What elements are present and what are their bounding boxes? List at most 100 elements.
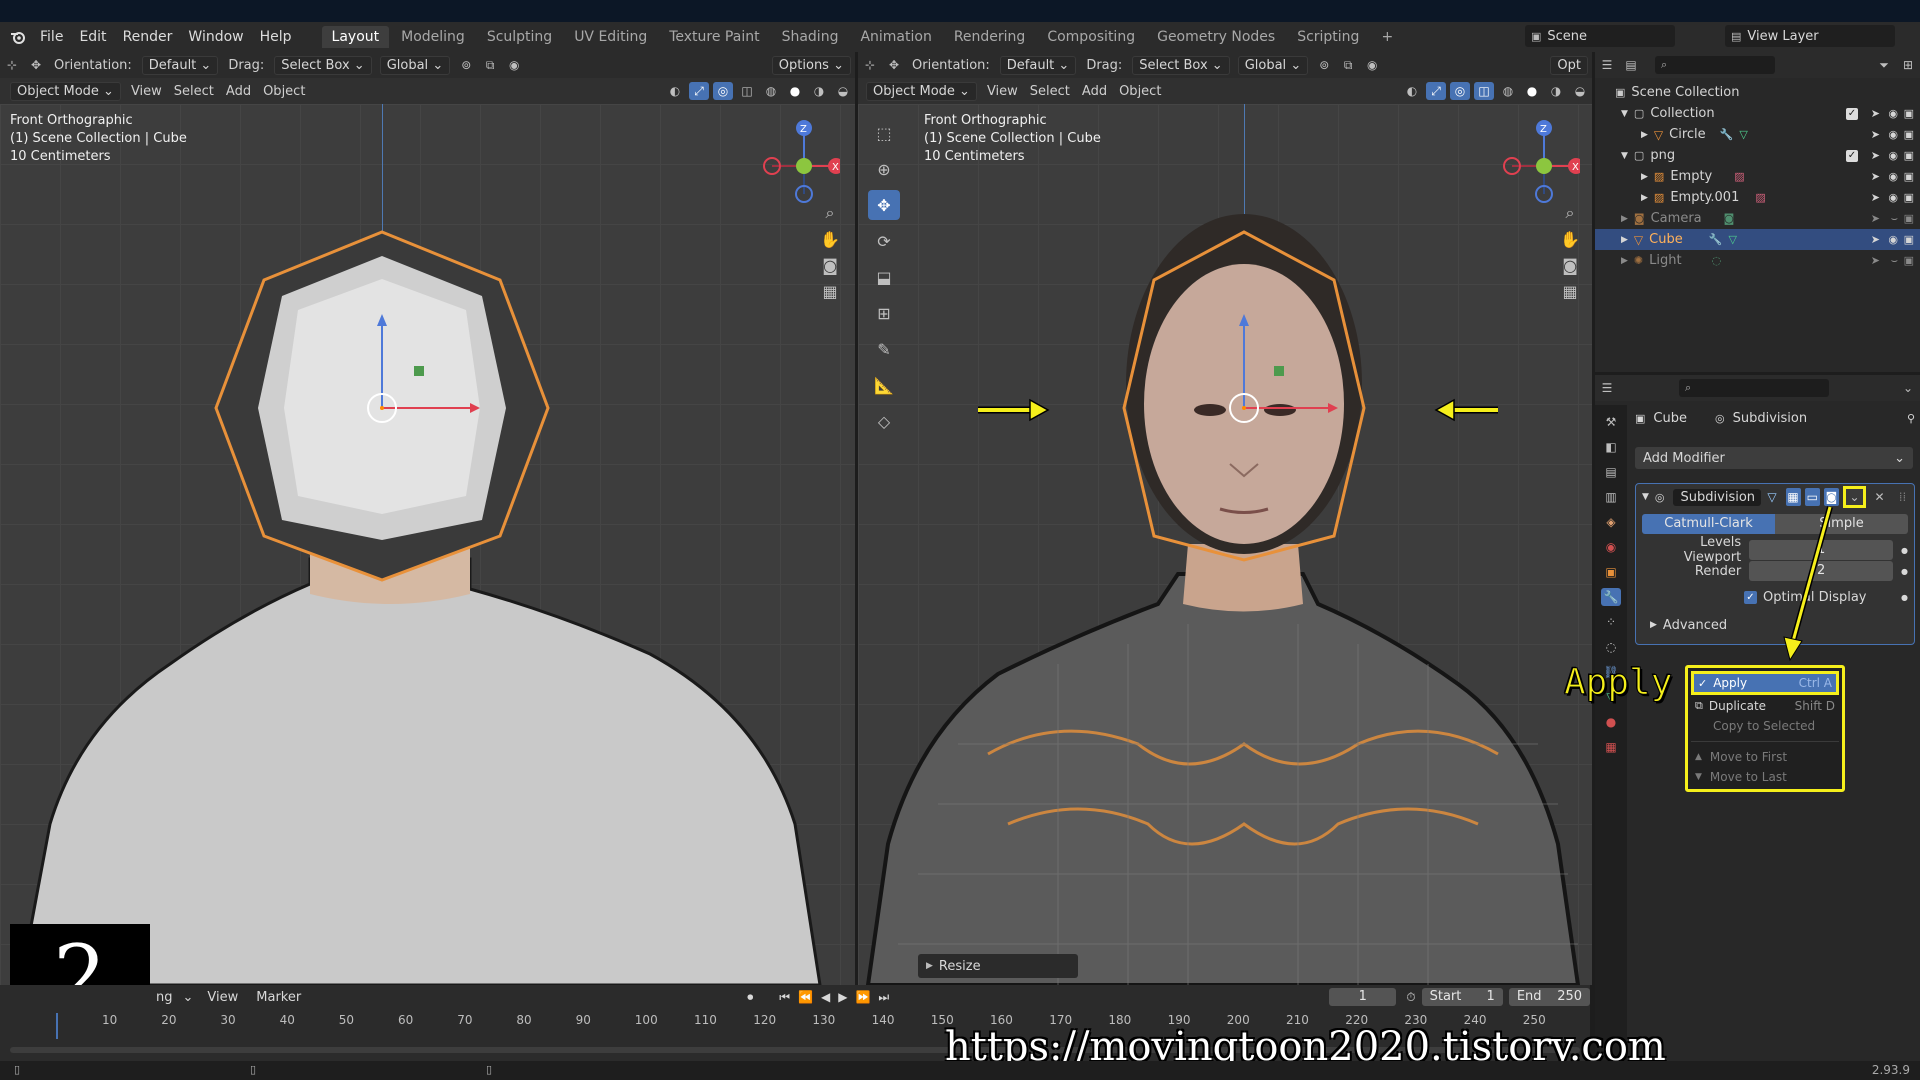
workspace-tab-scripting[interactable]: Scripting [1287, 26, 1369, 48]
outliner-editor-icon[interactable]: ☰ [1597, 56, 1617, 74]
overlay-toggle-icon[interactable]: ◎ [713, 82, 733, 100]
end-frame-field[interactable]: End 250 [1508, 988, 1591, 1006]
camera-render-icon[interactable]: ▣ [1904, 128, 1914, 141]
pan-hand-icon[interactable]: ✋ [820, 230, 840, 249]
transform-orientation-dropdown-right[interactable]: Global ⌄ [1237, 55, 1309, 75]
scene-selector[interactable]: ▣ Scene [1525, 25, 1675, 47]
gizmo-toggle-icon[interactable]: ⤢ [689, 82, 709, 100]
editor-type-icon-right[interactable]: ⊹ [860, 56, 880, 74]
menu-render[interactable]: Render [115, 29, 181, 45]
shading-rendered-icon-right[interactable]: ◒ [1570, 82, 1590, 100]
current-frame-field[interactable]: 1 [1329, 988, 1397, 1006]
workspace-tab-uv-editing[interactable]: UV Editing [564, 26, 657, 48]
gizmo-toggle-icon-right[interactable]: ⤢ [1426, 82, 1446, 100]
properties-editor-icon[interactable]: ☰ [1597, 379, 1617, 397]
viewport-menu-view-right[interactable]: View [987, 84, 1018, 99]
tool-tab-icon[interactable]: ⚒ [1601, 413, 1621, 431]
orientation-dropdown[interactable]: Default ⌄ [141, 55, 219, 75]
eye-closed-icon[interactable]: ⌣ [1891, 254, 1898, 268]
collapse-icon[interactable]: ▼ [1642, 492, 1649, 502]
outliner-row-camera[interactable]: ▶ ◙ Camera ◙ ➤ ⌣ ▣ [1595, 208, 1920, 229]
options-dropdown[interactable]: Options ⌄ [771, 55, 851, 75]
dropdown-chevron-icon[interactable]: ⌄ [1898, 379, 1918, 397]
workspace-tab-layout[interactable]: Layout [321, 26, 390, 48]
expand-right-icon[interactable]: ▶ [1641, 193, 1648, 203]
options-dropdown-right[interactable]: Opt [1550, 55, 1588, 75]
stopwatch-icon[interactable]: ⏱ [1406, 990, 1415, 1005]
select-arrow-icon[interactable]: ➤ [1871, 170, 1880, 183]
outliner-row-empty[interactable]: ▶ ▨ Empty ▨ ➤ ◉ ▣ [1595, 166, 1920, 187]
viewport-menu-add[interactable]: Add [226, 84, 251, 99]
outliner-row-light[interactable]: ▶ ✺ Light ◌ ➤ ⌣ ▣ [1595, 250, 1920, 271]
playhead[interactable] [56, 1013, 58, 1039]
xray-icon-right[interactable]: ◫ [1474, 82, 1494, 100]
jump-end-icon[interactable]: ⏭ [878, 990, 889, 1005]
scene-tab-icon[interactable]: ◈ [1601, 513, 1621, 531]
edit-mode-toggle-icon[interactable]: ▽ [1763, 488, 1782, 506]
shading-wireframe-icon-right[interactable]: ◍ [1498, 82, 1518, 100]
modifier-tab-icon[interactable]: 🔧 [1601, 588, 1621, 606]
move-tool-icon-right[interactable]: ✥ [884, 56, 904, 74]
viewport-menu-object[interactable]: Object [263, 84, 305, 99]
workspace-tab-shading[interactable]: Shading [772, 26, 849, 48]
navigation-gizmo[interactable]: Z X [760, 114, 840, 204]
add-workspace-button[interactable]: + [1371, 26, 1403, 48]
outliner-row-circle[interactable]: ▶ ▽ Circle 🔧 ▽ ➤ ◉ ▣ [1595, 124, 1920, 145]
camera-render-icon[interactable]: ▣ [1904, 170, 1914, 183]
snap-icon[interactable]: ⧉ [480, 56, 500, 74]
shading-solid-icon-right[interactable]: ● [1522, 82, 1542, 100]
view-layer-tab-icon[interactable]: ▥ [1601, 488, 1621, 506]
timeline-menu-view[interactable]: View [207, 990, 238, 1005]
pivot-icon-right[interactable]: ⊚ [1314, 56, 1334, 74]
transform-orientation-dropdown[interactable]: Global ⌄ [379, 55, 451, 75]
eye-icon[interactable]: ◉ [1888, 191, 1898, 204]
modifier-name-field[interactable]: Subdivision [1672, 488, 1761, 506]
shading-wireframe-icon[interactable]: ◍ [761, 82, 781, 100]
pin-icon[interactable]: ⚲ [1907, 412, 1915, 425]
orientation-dropdown-right[interactable]: Default ⌄ [999, 55, 1077, 75]
mode-dropdown-right[interactable]: Object Mode ⌄ [866, 81, 977, 101]
playback-menu[interactable]: ng [156, 990, 173, 1005]
expand-right-icon[interactable]: ▶ [1641, 172, 1648, 182]
keyframe-dot-icon[interactable]: ● [1901, 593, 1908, 602]
right-3d-viewport[interactable]: ⬚ ⊕ ✥ ⟳ ⬓ ⊞ ✎ 📐 ◇ Front Orthographic (1)… [858, 104, 1592, 985]
add-modifier-dropdown[interactable]: Add Modifier ⌄ [1635, 447, 1913, 469]
camera-render-icon[interactable]: ▣ [1904, 233, 1914, 246]
select-arrow-icon[interactable]: ➤ [1871, 254, 1880, 267]
workspace-tab-rendering[interactable]: Rendering [944, 26, 1036, 48]
optimal-display-checkbox[interactable]: ✓ [1744, 590, 1757, 604]
object-tab-icon[interactable]: ▣ [1601, 563, 1621, 581]
select-arrow-icon[interactable]: ➤ [1871, 191, 1880, 204]
outliner-row-empty-001[interactable]: ▶ ▨ Empty.001 ▨ ➤ ◉ ▣ [1595, 187, 1920, 208]
eye-icon[interactable]: ◉ [1888, 107, 1898, 120]
move-tool-icon[interactable]: ✥ [26, 56, 46, 74]
select-arrow-icon[interactable]: ➤ [1871, 107, 1880, 120]
select-arrow-icon[interactable]: ➤ [1871, 149, 1880, 162]
keyframe-dot-icon[interactable]: ● [1901, 567, 1908, 576]
xray-icon[interactable]: ◫ [737, 82, 757, 100]
camera-render-icon[interactable]: ▣ [1904, 191, 1914, 204]
proportional-edit-icon-right[interactable]: ◉ [1362, 56, 1382, 74]
eye-icon[interactable]: ◉ [1888, 149, 1898, 162]
proportional-edit-icon[interactable]: ◉ [504, 56, 524, 74]
camera-render-icon[interactable]: ▣ [1904, 254, 1914, 267]
render-toggle-icon[interactable]: ◙ [1823, 488, 1840, 506]
expand-down-icon[interactable]: ▼ [1621, 151, 1628, 161]
camera-render-icon[interactable]: ▣ [1904, 149, 1914, 162]
expand-right-icon[interactable]: ▶ [1621, 235, 1628, 245]
viewport-menu-select[interactable]: Select [174, 84, 214, 99]
next-keyframe-icon[interactable]: ⏩ [855, 990, 870, 1004]
shading-material-icon-right[interactable]: ◑ [1546, 82, 1566, 100]
camera-view-icon-right[interactable]: ◙ [1560, 256, 1580, 275]
eye-icon[interactable]: ◉ [1888, 170, 1898, 183]
advanced-subpanel[interactable]: ▶ Advanced [1650, 615, 1908, 635]
outliner-row-cube[interactable]: ▶ ▽ Cube 🔧 ▽ ➤ ◉ ▣ [1595, 229, 1920, 250]
jump-start-icon[interactable]: ⏮ [779, 990, 790, 1005]
expand-right-icon[interactable]: ▶ [1621, 214, 1628, 224]
select-arrow-icon[interactable]: ➤ [1871, 212, 1880, 225]
camera-render-icon[interactable]: ▣ [1904, 212, 1914, 225]
outliner-search-input[interactable]: ⌕ [1655, 56, 1775, 74]
select-arrow-icon[interactable]: ➤ [1871, 128, 1880, 141]
viewport-menu-select-right[interactable]: Select [1030, 84, 1070, 99]
blender-logo-icon[interactable] [10, 30, 26, 44]
